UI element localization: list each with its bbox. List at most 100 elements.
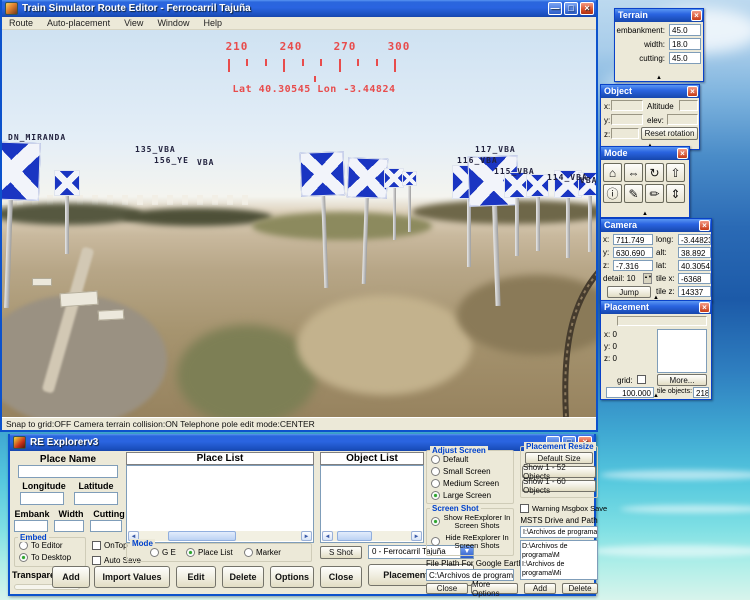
small-screen-radio[interactable] <box>431 467 440 476</box>
placement-listbox[interactable] <box>657 329 707 373</box>
placement-panel-title[interactable]: Placement × <box>601 301 711 314</box>
ontop-checkbox[interactable] <box>92 541 101 550</box>
close-icon[interactable]: × <box>677 148 688 159</box>
adjust-height-icon[interactable]: ⇕ <box>666 184 685 203</box>
object-y-field[interactable] <box>611 114 643 125</box>
sshot-button[interactable]: S Shot <box>320 546 362 559</box>
paint-terrain-icon[interactable]: ✏ <box>645 184 664 203</box>
place-list-scrollbar[interactable]: ◄ ► <box>128 531 312 541</box>
scroll-right-icon[interactable]: ► <box>301 531 312 541</box>
main-title-bar[interactable]: Train Simulator Route Editor - Ferrocarr… <box>2 0 596 17</box>
show-reexplorer-radio[interactable] <box>431 517 440 526</box>
default-radio[interactable] <box>431 455 440 464</box>
camera-panel-title[interactable]: Camera × <box>601 219 711 232</box>
scroll-right-icon[interactable]: ► <box>411 531 422 541</box>
edit-button[interactable]: Edit <box>176 566 216 588</box>
cutting-field[interactable]: 45.0 <box>669 52 701 64</box>
jump-button[interactable]: Jump <box>607 286 651 298</box>
maximize-button-icon[interactable]: □ <box>564 2 578 15</box>
signal[interactable] <box>300 151 349 288</box>
cam-long-field[interactable]: -3.44823 <box>678 234 711 245</box>
msts-path-item[interactable]: I:\Archivos de programa\Mi <box>522 560 596 578</box>
close-button[interactable]: Close <box>320 566 362 588</box>
hide-reexplorer-radio[interactable] <box>431 537 440 546</box>
signal[interactable] <box>2 141 41 309</box>
scroll-thumb[interactable] <box>337 531 372 541</box>
signal[interactable] <box>402 171 417 232</box>
longitude-field[interactable] <box>20 492 64 505</box>
more-button[interactable]: More... <box>657 374 707 386</box>
cam-z-field[interactable]: -7.316 <box>613 260 653 271</box>
close-icon[interactable]: × <box>687 86 698 97</box>
close-icon[interactable]: × <box>691 10 702 21</box>
close-button-icon[interactable]: × <box>580 2 594 15</box>
move-object-icon[interactable]: ⇔ <box>624 163 643 182</box>
cutting-field[interactable] <box>90 520 122 532</box>
mode-panel-title[interactable]: Mode × <box>601 147 689 160</box>
minimize-button-icon[interactable]: — <box>548 2 562 15</box>
msts-path-field[interactable]: I:\Archivos de programa\Mi <box>520 526 598 538</box>
re-title-bar[interactable]: RE Explorerv3 — □ × <box>10 434 594 451</box>
ge-radio[interactable] <box>150 548 159 557</box>
latitude-field[interactable] <box>74 492 118 505</box>
signal[interactable] <box>54 170 80 254</box>
scale-field[interactable]: 100.000 <box>606 387 654 398</box>
placement-name-field[interactable] <box>617 316 707 326</box>
tile-z-field[interactable]: 14337 <box>678 286 711 297</box>
to-desktop-radio[interactable] <box>19 553 28 562</box>
object-info-icon[interactable]: ⓘ <box>603 184 622 203</box>
tile-x-field[interactable]: -6368 <box>678 273 711 284</box>
auto-save-checkbox[interactable] <box>92 556 101 565</box>
import-values-button[interactable]: Import Values <box>94 566 170 588</box>
object-list-scrollbar[interactable]: ◄ ► <box>322 531 422 541</box>
options-button[interactable]: Options <box>270 566 314 588</box>
menu-help[interactable]: Help <box>196 17 229 29</box>
signal[interactable] <box>384 168 404 240</box>
to-editor-radio[interactable] <box>19 541 28 550</box>
cam-y-field[interactable]: 630.690 <box>613 247 653 258</box>
cam-x-field[interactable]: 711.749 <box>613 234 653 245</box>
viewport-3d[interactable]: DN_MIRANDA 135_VBA 156_YE 117_VBA 116_VB… <box>2 30 596 417</box>
rotate-object-icon[interactable]: ↻ <box>645 163 664 182</box>
object-panel-title[interactable]: Object × <box>601 85 699 98</box>
marker-radio[interactable] <box>244 548 253 557</box>
menu-auto-placement[interactable]: Auto-placement <box>40 17 117 29</box>
width-field[interactable]: 18.0 <box>669 38 701 50</box>
more-options-button[interactable]: More Options <box>471 583 518 594</box>
close2-button[interactable]: Close <box>426 583 468 594</box>
reset-rotation-button[interactable]: Reset rotation <box>641 127 698 140</box>
embank-field[interactable] <box>14 520 48 532</box>
place-object-icon[interactable]: ⌂ <box>603 163 622 182</box>
object-z-field[interactable] <box>611 128 639 139</box>
collapse-icon[interactable]: ▲ <box>656 75 662 81</box>
add2-button[interactable]: Add <box>524 583 556 594</box>
detail-spinner[interactable]: ▲▼ <box>643 273 652 284</box>
signal[interactable] <box>526 174 549 251</box>
place-list[interactable]: ◄ ► <box>126 465 314 543</box>
warning-msgbox-checkbox[interactable] <box>520 504 529 513</box>
scroll-left-icon[interactable]: ◄ <box>322 531 333 541</box>
show-1-60-button[interactable]: Show 1 - 60 Objects <box>522 480 596 492</box>
scroll-thumb[interactable] <box>168 531 236 541</box>
cam-alt-field[interactable]: 38.892 <box>678 247 711 258</box>
grid-checkbox[interactable] <box>637 375 646 384</box>
place-name-field[interactable] <box>18 465 118 478</box>
menu-route[interactable]: Route <box>2 17 40 29</box>
altitude-field[interactable] <box>679 100 698 111</box>
close-icon[interactable]: × <box>699 220 710 231</box>
close-icon[interactable]: × <box>699 302 710 313</box>
msts-path-item[interactable]: D:\Archivos de programa\M <box>522 542 596 560</box>
collapse-icon[interactable]: ▲ <box>642 211 648 217</box>
slope-terrain-icon[interactable]: ✎ <box>624 184 643 203</box>
raise-object-icon[interactable]: ⇧ <box>666 163 685 182</box>
elev-field[interactable] <box>667 114 698 125</box>
cam-lat-field[interactable]: 40.30545 <box>678 260 711 271</box>
add-button[interactable]: Add <box>52 566 90 588</box>
object-list[interactable]: ◄ ► <box>320 465 424 543</box>
embankment-field[interactable]: 45.0 <box>669 24 701 36</box>
msts-path-list[interactable]: D:\Archivos de programa\M I:\Archivos de… <box>520 540 598 580</box>
large-screen-radio[interactable] <box>431 491 440 500</box>
tile-objects-field[interactable]: 218 <box>693 387 709 398</box>
delete2-button[interactable]: Delete <box>562 583 598 594</box>
signal[interactable] <box>344 157 388 284</box>
